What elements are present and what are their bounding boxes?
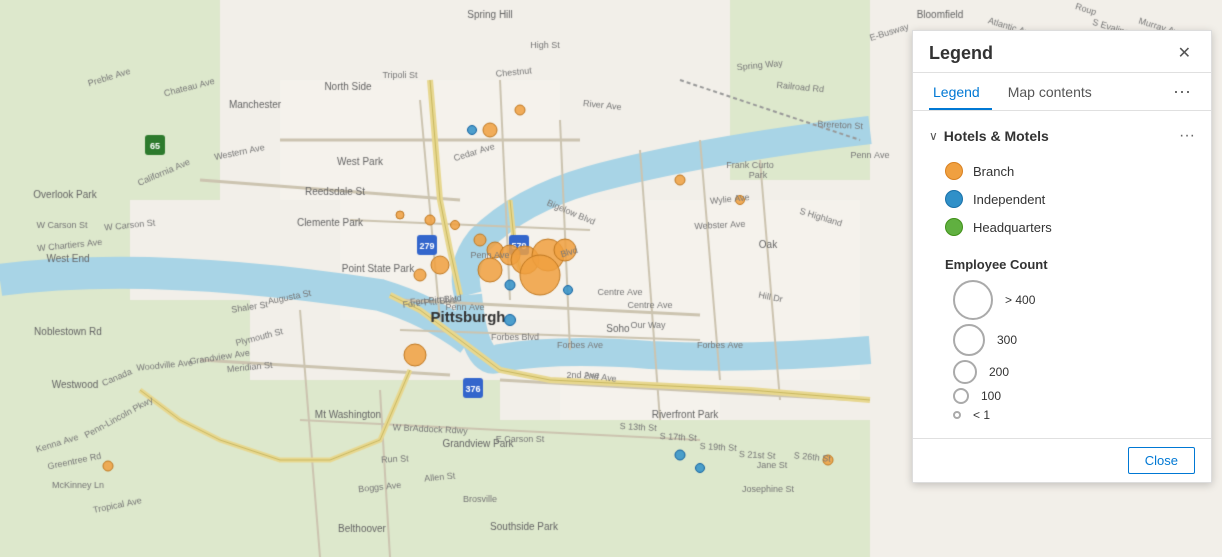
legend-size-section: Employee Count > 400 300 200 100 < 1: [913, 249, 1211, 430]
legend-section-title: Hotels & Motels: [944, 128, 1173, 144]
size-items: > 400 300 200 100 < 1: [945, 280, 1195, 422]
size-circle: [953, 324, 985, 356]
legend-tabs: Legend Map contents ···: [913, 73, 1211, 111]
map-container: Legend ✕ Legend Map contents ··· ∨ Hotel…: [0, 0, 1222, 557]
size-label: 300: [997, 333, 1017, 347]
independent-label: Independent: [973, 192, 1045, 207]
legend-footer: Close: [913, 438, 1211, 482]
legend-section-header: ∨ Hotels & Motels ···: [913, 119, 1211, 153]
size-label: < 1: [973, 408, 990, 422]
size-circle: [953, 411, 961, 419]
size-label: 100: [981, 389, 1001, 403]
legend-title: Legend: [929, 43, 993, 64]
list-item: < 1: [953, 408, 1195, 422]
branch-label: Branch: [973, 164, 1014, 179]
legend-items: Branch Independent Headquarters: [913, 153, 1211, 249]
legend-close-button[interactable]: ✕: [1174, 44, 1195, 64]
size-circle: [953, 280, 993, 320]
headquarters-color-swatch: [945, 218, 963, 236]
list-item: > 400: [953, 280, 1195, 320]
chevron-down-icon[interactable]: ∨: [929, 129, 938, 143]
tab-map-contents[interactable]: Map contents: [1004, 74, 1104, 110]
list-item: 200: [953, 360, 1195, 384]
size-circle: [953, 388, 969, 404]
headquarters-label: Headquarters: [973, 220, 1052, 235]
tab-legend[interactable]: Legend: [929, 74, 992, 110]
legend-section-more[interactable]: ···: [1179, 127, 1195, 145]
list-item: 100: [953, 388, 1195, 404]
legend-tabs-more[interactable]: ···: [1169, 73, 1195, 110]
list-item: 300: [953, 324, 1195, 356]
size-label: > 400: [1005, 293, 1035, 307]
legend-panel: Legend ✕ Legend Map contents ··· ∨ Hotel…: [912, 30, 1212, 483]
size-label: 200: [989, 365, 1009, 379]
legend-body[interactable]: ∨ Hotels & Motels ··· Branch Independent…: [913, 111, 1211, 438]
branch-color-swatch: [945, 162, 963, 180]
size-section-title: Employee Count: [945, 257, 1195, 272]
size-circle: [953, 360, 977, 384]
list-item: Branch: [945, 157, 1195, 185]
close-button[interactable]: Close: [1128, 447, 1195, 474]
legend-header: Legend ✕: [913, 31, 1211, 73]
independent-color-swatch: [945, 190, 963, 208]
list-item: Independent: [945, 185, 1195, 213]
list-item: Headquarters: [945, 213, 1195, 241]
